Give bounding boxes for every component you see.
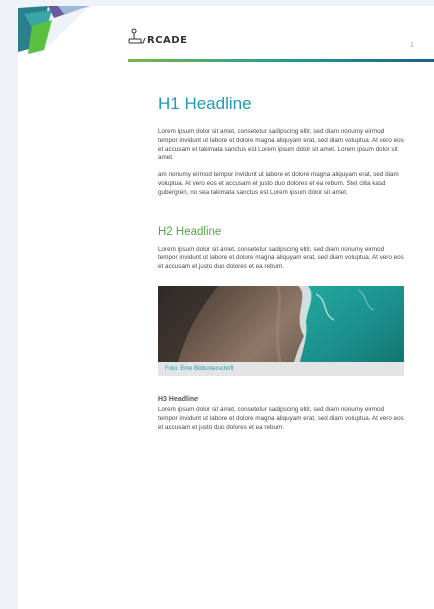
page-number: 1	[410, 42, 414, 49]
paragraph-4: Lorem ipsum dolor sit amet, consetetur s…	[158, 405, 404, 431]
figure: Foto: Eine Bildunterschrift	[158, 285, 404, 376]
arcade-logo: RCADE	[128, 28, 187, 46]
corner-decoration-graphic	[18, 6, 90, 56]
header-rule	[128, 59, 434, 62]
main-content: H1 Headline Lorem ipsum dolor sit amet, …	[158, 94, 404, 432]
joystick-icon	[128, 28, 146, 44]
paragraph-2: am nonumy eirmod tempor invidunt ut labo…	[158, 171, 399, 196]
h2-headline: H2 Headline	[158, 225, 222, 238]
h3-headline: H3 Headline	[158, 395, 199, 403]
beach-aerial-photo	[158, 285, 404, 362]
logo-text: RCADE	[147, 35, 188, 46]
paragraph-3: Lorem ipsum dolor sit amet, consetetur s…	[158, 245, 404, 271]
figure-caption: Foto: Eine Bildunterschrift	[158, 361, 404, 376]
h1-headline: H1 Headline	[158, 94, 252, 113]
paragraph-1: Lorem ipsum dolor sit amet, consetetur s…	[158, 128, 404, 162]
document-page: RCADE 1 H1 Headline Lorem ipsum dolor si…	[18, 6, 434, 609]
